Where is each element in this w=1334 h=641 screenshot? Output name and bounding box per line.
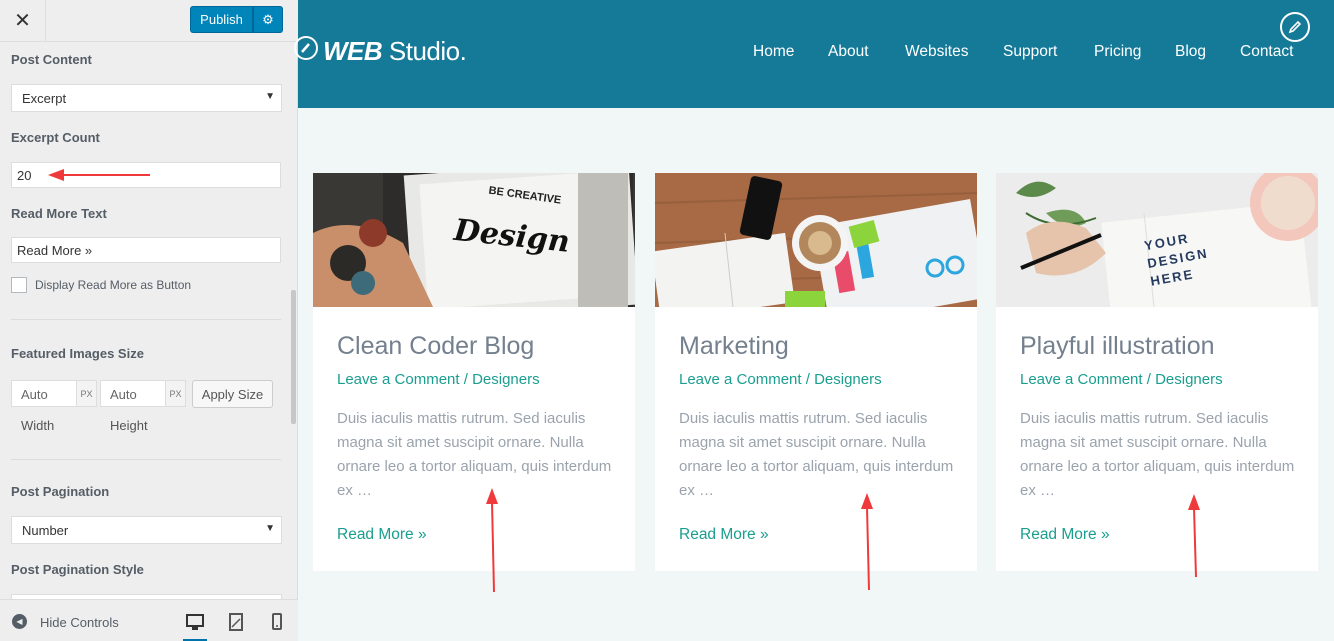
annotation-arrows: [48, 169, 1200, 593]
annotation-arrow: [1188, 494, 1200, 578]
annotation-arrow: [486, 488, 498, 593]
annotation-arrow: [48, 169, 150, 181]
annotation-arrow: [861, 493, 873, 591]
